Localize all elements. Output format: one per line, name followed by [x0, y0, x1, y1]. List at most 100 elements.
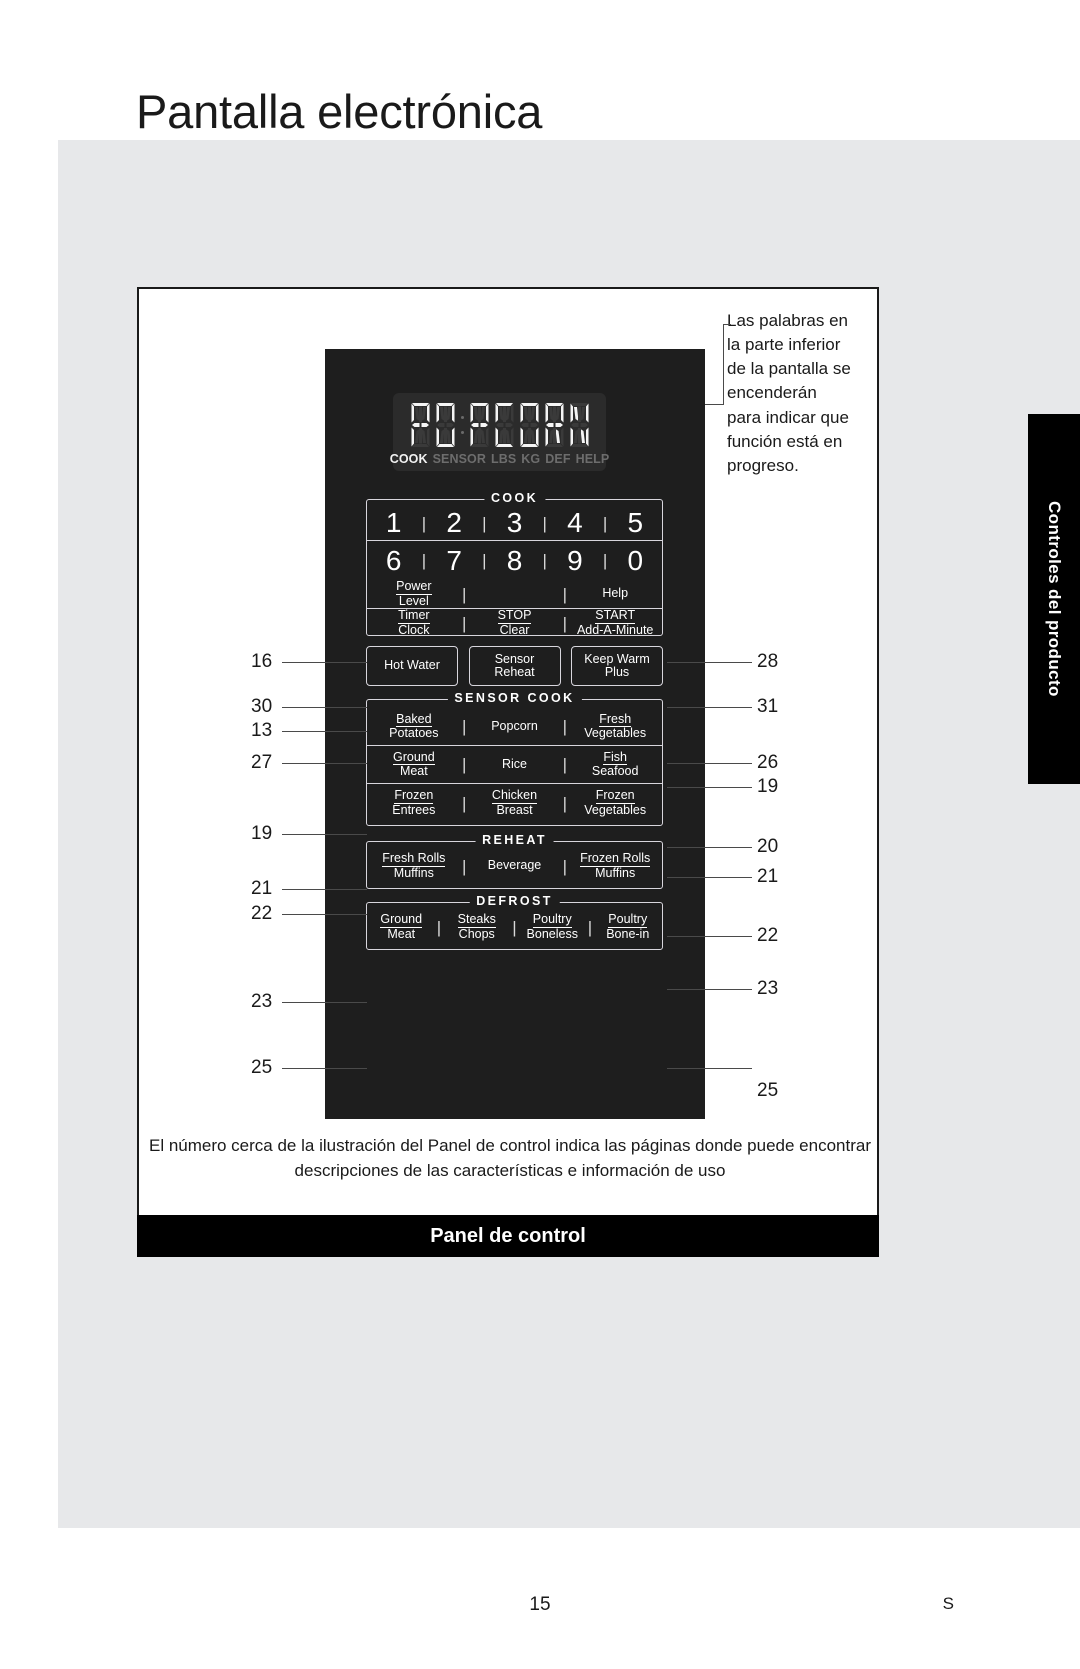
- key-label-top: Poultry: [532, 912, 572, 928]
- sensorRows-row-2: Frozen Entrees | Chicken Breast | Frozen Vegeta…: [367, 784, 662, 822]
- key-label-top: Fish: [603, 749, 627, 765]
- key-divider: |: [461, 717, 467, 736]
- led-char-2: [468, 402, 491, 448]
- cook-digit-row-1: 1 | 2 | 3 | 4 | 5: [367, 500, 662, 541]
- key-ground-meat[interactable]: Ground Meat: [367, 911, 436, 942]
- key-4[interactable]: 4: [548, 506, 601, 539]
- key-popcorn[interactable]: Popcorn: [468, 718, 562, 735]
- key-label-top: Poultry: [608, 912, 648, 928]
- led-char-0: [409, 402, 432, 448]
- key-stop-clear[interactable]: STOP Clear: [468, 607, 562, 638]
- key-9[interactable]: 9: [548, 544, 601, 577]
- button-label: Sensor Reheat: [494, 651, 535, 679]
- key-divider: |: [562, 755, 568, 774]
- key-ground-meat[interactable]: Ground Meat: [367, 749, 461, 780]
- microwave-control-panel: COOK SENSOR LBS KG DEF HELP COOK 1 | 2 | 3 | 4 | 5 6 |…: [325, 349, 705, 1119]
- key-baked-potatoes[interactable]: Baked Potatoes: [367, 711, 461, 742]
- leader-right-20: [667, 847, 752, 848]
- key-fish-seafood[interactable]: Fish Seafood: [568, 749, 662, 780]
- key-label-bottom: Rice: [502, 756, 528, 771]
- footer-language-marker: S: [942, 1594, 954, 1613]
- led-char-5: [543, 402, 566, 448]
- leader-left-25: [282, 1068, 367, 1069]
- leader-left-23: [282, 1002, 367, 1003]
- cook-function-row-1: Power Level | | Help: [367, 580, 662, 609]
- key-label-bottom: Help: [602, 586, 629, 601]
- key-frozen-entrees[interactable]: Frozen Entrees: [367, 787, 461, 818]
- button-sensor-reheat[interactable]: Sensor Reheat: [468, 646, 561, 686]
- leader-left-13: [282, 731, 367, 732]
- key-label-bottom: Breast: [496, 802, 533, 817]
- key-fresh-vegetables[interactable]: Fresh Vegetables: [568, 711, 662, 742]
- cook-function-row-2: Timer Clock | STOP Clear | START Add-A-Minute: [367, 609, 662, 637]
- key-label-bottom: Add-A-Minute: [576, 622, 654, 637]
- key-2[interactable]: 2: [427, 506, 480, 539]
- callout-number-left-21: 21: [251, 878, 273, 899]
- sensor-cook-rows: Baked Potatoes | Popcorn | Fresh Vegetables Gro…: [367, 700, 662, 822]
- key-poultry-boneless[interactable]: Poultry Boneless: [518, 911, 587, 942]
- key-chicken-breast[interactable]: Chicken Breast: [468, 787, 562, 818]
- key-power-level[interactable]: Power Level: [367, 578, 461, 609]
- key-divider: |: [461, 856, 467, 876]
- key-frozen-vegetables[interactable]: Frozen Vegetables: [568, 787, 662, 818]
- key-6[interactable]: 6: [367, 544, 420, 577]
- led-char-3: [493, 402, 516, 448]
- key-label-bottom: Clear: [499, 622, 530, 637]
- sensorRows-row-0: Baked Potatoes | Popcorn | Fresh Vegetables: [367, 708, 662, 746]
- button-label: Hot Water: [384, 658, 440, 673]
- key-help[interactable]: Help: [568, 585, 662, 602]
- key-blank[interactable]: [468, 592, 562, 596]
- leader-left-16: [282, 662, 367, 663]
- key-0[interactable]: 0: [609, 544, 662, 577]
- button-hot-water[interactable]: Hot Water: [366, 646, 458, 686]
- led-indicator-cook: COOK: [389, 452, 428, 466]
- key-divider: |: [602, 513, 608, 533]
- key-divider: |: [562, 717, 568, 736]
- leader-right-23: [667, 989, 752, 990]
- key-label-bottom: Meat: [399, 764, 428, 778]
- key-start-add-a-minute[interactable]: START Add-A-Minute: [568, 607, 662, 638]
- callout-number-left-13: 13: [251, 720, 273, 741]
- callout-number-left-23: 23: [251, 991, 273, 1012]
- callout-number-left-19: 19: [251, 823, 273, 844]
- key-divider: |: [482, 513, 487, 533]
- defrost-rows: Ground Meat | Steaks Chops | Poultry Boneless | P…: [367, 903, 662, 944]
- key-label-top: Steaks: [457, 912, 496, 928]
- key-timer-clock[interactable]: Timer Clock: [367, 607, 461, 638]
- callout-number-left-30: 30: [251, 696, 273, 717]
- key-divider: |: [562, 584, 568, 604]
- key-label-top: Chicken: [491, 788, 538, 804]
- key-label-top: Fresh Rolls: [382, 851, 446, 867]
- key-fresh-rolls-muffins[interactable]: Fresh Rolls Muffins: [367, 850, 461, 881]
- leader-right-28: [667, 662, 752, 663]
- key-poultry-bone-in[interactable]: Poultry Bone-in: [594, 911, 663, 942]
- key-frozen-rolls-muffins[interactable]: Frozen Rolls Muffins: [568, 850, 662, 881]
- figure-caption: El número cerca de la ilustración del Pa…: [148, 1136, 871, 1180]
- page-title: Pantalla electrónica: [136, 85, 543, 138]
- key-label-top: Baked: [396, 711, 432, 727]
- key-3[interactable]: 3: [488, 506, 541, 539]
- led-indicator-lbs: LBS: [490, 452, 517, 466]
- callout-leader-tip: [723, 324, 731, 325]
- key-beverage[interactable]: Beverage: [468, 857, 562, 874]
- key-label-top: Ground: [380, 912, 423, 928]
- key-5[interactable]: 5: [609, 506, 662, 539]
- key-steaks-chops[interactable]: Steaks Chops: [443, 911, 512, 942]
- reheat-rows: Fresh Rolls Muffins | Beverage | Frozen Rolls…: [367, 842, 662, 883]
- led-char-1: [434, 402, 457, 448]
- key-label-bottom: Vegetables: [584, 726, 647, 740]
- key-1[interactable]: 1: [367, 506, 420, 539]
- page-left-margin: [0, 0, 58, 1669]
- key-label-bottom: Meat: [387, 926, 416, 941]
- callout-number-right-20: 20: [757, 836, 779, 857]
- key-divider: |: [421, 551, 427, 570]
- key-rice[interactable]: Rice: [468, 756, 562, 773]
- leader-right-25: [667, 1068, 752, 1069]
- button-keep-warm-plus[interactable]: Keep Warm Plus: [571, 646, 663, 686]
- key-label-top: Timer: [398, 608, 430, 624]
- key-divider: |: [436, 917, 442, 937]
- key-label-top: START: [595, 608, 636, 624]
- key-8[interactable]: 8: [488, 544, 541, 577]
- figure-panel: Las palabras en la parte inferior de la …: [137, 287, 879, 1255]
- key-7[interactable]: 7: [427, 544, 480, 577]
